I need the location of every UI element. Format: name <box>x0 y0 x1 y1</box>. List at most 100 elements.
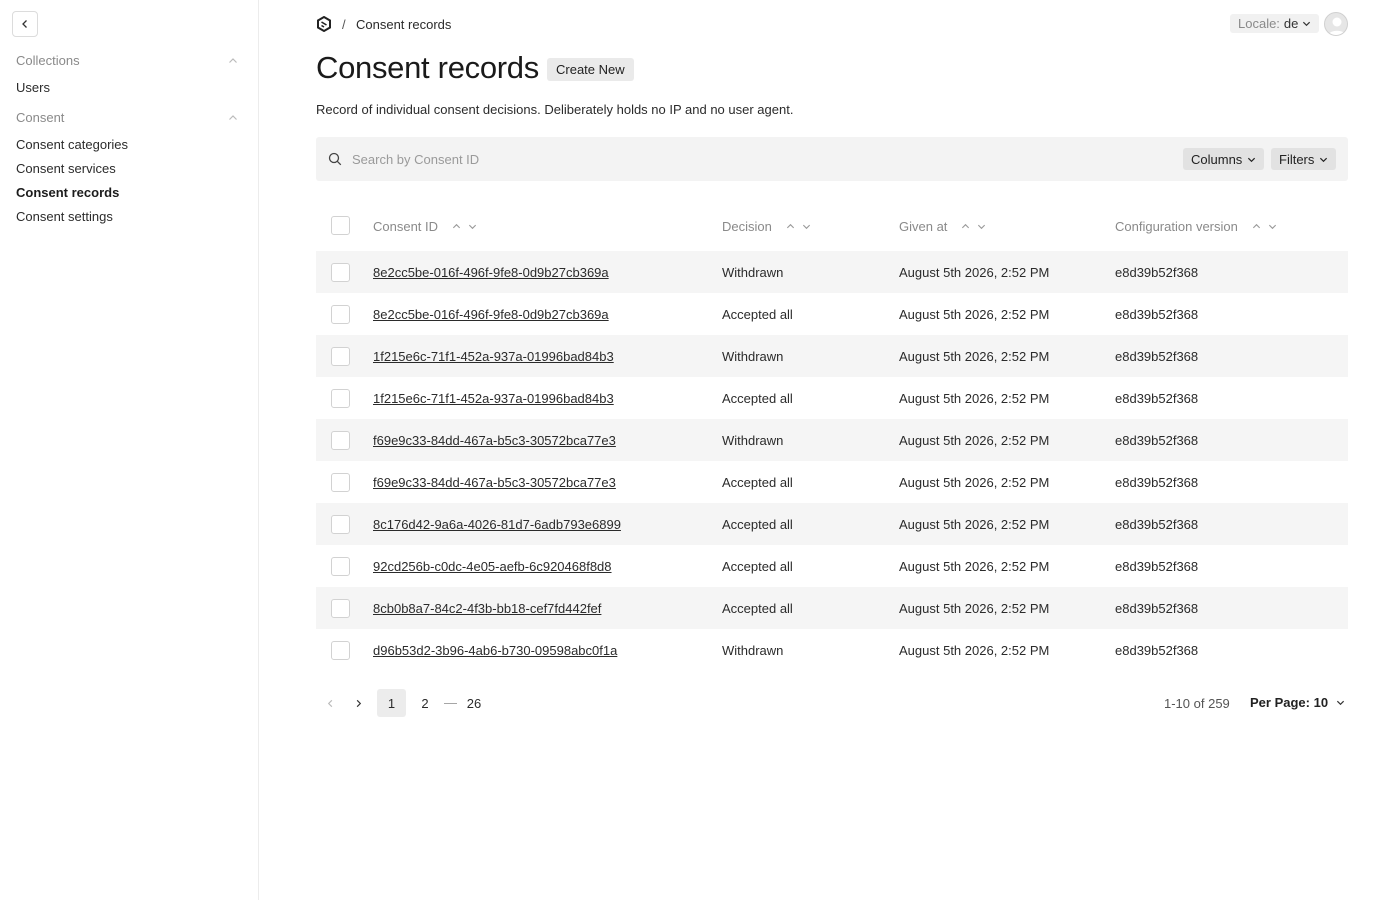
consent-id-link[interactable]: 8e2cc5be-016f-496f-9fe8-0d9b27cb369a <box>373 307 609 322</box>
given-at-cell: August 5th 2026, 2:52 PM <box>899 307 1050 322</box>
sort-desc-button[interactable] <box>802 222 811 231</box>
decision-cell: Withdrawn <box>722 265 784 280</box>
decision-cell: Accepted all <box>722 517 793 532</box>
consent-id-link[interactable]: f69e9c33-84dd-467a-b5c3-30572bca77e3 <box>373 433 616 448</box>
table-row: 8c176d42-9a6a-4026-81d7-6adb793e6899 Acc… <box>316 503 1348 545</box>
decision-cell: Withdrawn <box>722 643 784 658</box>
locale-selector[interactable]: Locale: de <box>1230 14 1320 33</box>
consent-id-link[interactable]: 8cb0b8a7-84c2-4f3b-bb18-cef7fd442fef <box>373 601 601 616</box>
per-page-value: 10 <box>1313 695 1329 710</box>
search-input[interactable] <box>352 148 952 170</box>
consent-id-link[interactable]: 1f215e6c-71f1-452a-937a-01996bad84b3 <box>373 391 614 406</box>
next-page-button[interactable] <box>351 696 365 710</box>
sort-asc-button[interactable] <box>452 222 461 231</box>
given-at-cell: August 5th 2026, 2:52 PM <box>899 391 1050 406</box>
column-header-decision: Decision <box>722 219 811 234</box>
page-button-2[interactable]: 2 <box>420 689 430 717</box>
sort-desc-button[interactable] <box>468 222 477 231</box>
row-checkbox[interactable] <box>331 557 350 576</box>
decision-cell: Accepted all <box>722 307 793 322</box>
column-header-label: Decision <box>722 219 772 234</box>
sort-asc-button[interactable] <box>786 222 795 231</box>
sort-desc-button[interactable] <box>1268 222 1277 231</box>
create-new-button[interactable]: Create New <box>547 58 634 81</box>
column-header-configuration-version: Configuration version <box>1115 219 1277 234</box>
chevron-down-icon <box>1248 157 1256 162</box>
chevron-down-icon <box>1320 157 1328 162</box>
chevron-left-icon <box>327 699 332 707</box>
given-at-cell: August 5th 2026, 2:52 PM <box>899 475 1050 490</box>
consent-id-link[interactable]: 1f215e6c-71f1-452a-937a-01996bad84b3 <box>373 349 614 364</box>
given-at-cell: August 5th 2026, 2:52 PM <box>899 601 1050 616</box>
page-button-1[interactable]: 1 <box>377 689 406 717</box>
chevron-down-icon <box>802 224 810 230</box>
given-at-cell: August 5th 2026, 2:52 PM <box>899 517 1050 532</box>
table-row: f69e9c33-84dd-467a-b5c3-30572bca77e3 Wit… <box>316 419 1348 461</box>
row-checkbox[interactable] <box>331 389 350 408</box>
consent-id-link[interactable]: f69e9c33-84dd-467a-b5c3-30572bca77e3 <box>373 475 616 490</box>
nav-group-collections[interactable]: Collections <box>16 53 238 68</box>
prev-page-button[interactable] <box>323 696 337 710</box>
consent-id-link[interactable]: 92cd256b-c0dc-4e05-aefb-6c920468f8d8 <box>373 559 612 574</box>
table-row: 1f215e6c-71f1-452a-937a-01996bad84b3 Wit… <box>316 335 1348 377</box>
decision-cell: Accepted all <box>722 559 793 574</box>
sidebar-item-consent-settings[interactable]: Consent settings <box>16 209 113 224</box>
chevron-up-icon <box>786 223 794 229</box>
configuration-version-cell: e8d39b52f368 <box>1115 643 1199 658</box>
chevron-right-icon <box>356 699 361 707</box>
chevron-down-icon <box>978 224 986 230</box>
row-checkbox[interactable] <box>331 305 350 324</box>
per-page-selector[interactable]: Per Page: 10 <box>1250 695 1345 710</box>
table-row: 8cb0b8a7-84c2-4f3b-bb18-cef7fd442fef Acc… <box>316 587 1348 629</box>
columns-label: Columns <box>1191 151 1243 167</box>
chevron-up-icon <box>229 57 237 63</box>
sort-asc-button[interactable] <box>961 222 970 231</box>
nav-group-consent[interactable]: Consent <box>16 110 238 125</box>
user-avatar[interactable] <box>1324 12 1348 36</box>
back-button[interactable] <box>12 11 38 37</box>
nav-group-label: Consent <box>16 110 65 125</box>
configuration-version-cell: e8d39b52f368 <box>1115 601 1199 616</box>
chevron-down-icon <box>1303 21 1311 27</box>
page-ellipsis: — <box>444 695 457 710</box>
consent-id-link[interactable]: d96b53d2-3b96-4ab6-b730-09598abc0f1a <box>373 643 617 658</box>
row-checkbox[interactable] <box>331 515 350 534</box>
per-page-label: Per Page: <box>1250 695 1310 710</box>
decision-cell: Accepted all <box>722 475 793 490</box>
consent-id-link[interactable]: 8e2cc5be-016f-496f-9fe8-0d9b27cb369a <box>373 265 609 280</box>
row-checkbox[interactable] <box>331 599 350 618</box>
decision-cell: Withdrawn <box>722 433 784 448</box>
row-checkbox[interactable] <box>331 431 350 450</box>
column-header-label: Given at <box>899 219 948 234</box>
table-row: 92cd256b-c0dc-4e05-aefb-6c920468f8d8 Acc… <box>316 545 1348 587</box>
sidebar-item-consent-services[interactable]: Consent services <box>16 161 116 176</box>
sort-desc-button[interactable] <box>977 222 986 231</box>
select-all-checkbox[interactable] <box>331 216 350 235</box>
page-button-26[interactable]: 26 <box>466 689 482 717</box>
table-row: 1f215e6c-71f1-452a-937a-01996bad84b3 Acc… <box>316 377 1348 419</box>
row-checkbox[interactable] <box>331 347 350 366</box>
sort-asc-button[interactable] <box>1252 222 1261 231</box>
row-checkbox[interactable] <box>331 641 350 660</box>
sidebar-item-consent-categories[interactable]: Consent categories <box>16 137 128 152</box>
filters-button[interactable]: Filters <box>1271 148 1337 170</box>
breadcrumb-separator: / <box>342 17 346 32</box>
column-header-given-at: Given at <box>899 219 986 234</box>
app-logo-icon[interactable] <box>316 16 332 32</box>
row-checkbox[interactable] <box>331 263 350 282</box>
configuration-version-cell: e8d39b52f368 <box>1115 517 1199 532</box>
sidebar: Collections Users Consent Consent catego… <box>0 0 259 900</box>
sidebar-item-consent-records[interactable]: Consent records <box>16 185 119 200</box>
configuration-version-cell: e8d39b52f368 <box>1115 433 1199 448</box>
given-at-cell: August 5th 2026, 2:52 PM <box>899 265 1050 280</box>
consent-id-link[interactable]: 8c176d42-9a6a-4026-81d7-6adb793e6899 <box>373 517 621 532</box>
table-body: 8e2cc5be-016f-496f-9fe8-0d9b27cb369a Wit… <box>316 251 1348 671</box>
chevron-left-icon <box>22 20 27 28</box>
columns-button[interactable]: Columns <box>1183 148 1265 170</box>
sidebar-item-users[interactable]: Users <box>16 80 50 95</box>
pagination: 1 2 — 26 1-10 of 259 Per Page: 10 <box>316 689 1348 717</box>
column-header-label: Configuration version <box>1115 219 1238 234</box>
table-header: Consent ID Decision Given at Configurati… <box>316 207 1348 245</box>
row-checkbox[interactable] <box>331 473 350 492</box>
given-at-cell: August 5th 2026, 2:52 PM <box>899 559 1050 574</box>
